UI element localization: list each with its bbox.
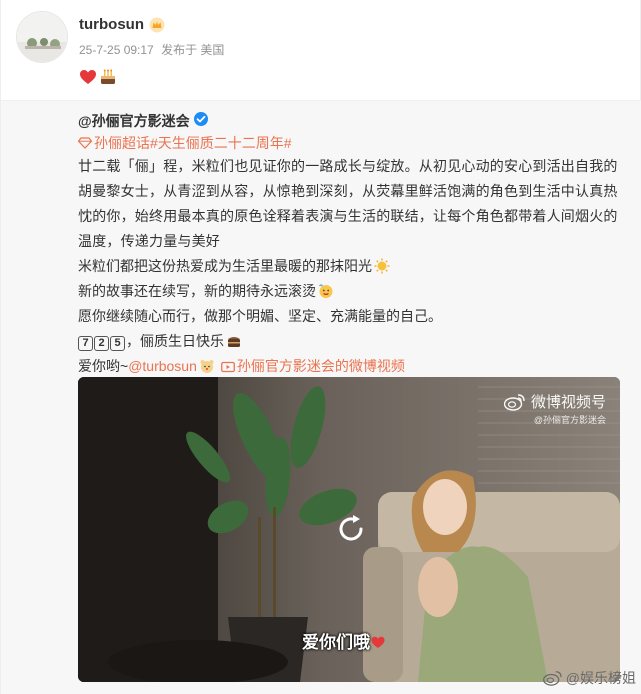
keycap-7: 7 [78,336,93,351]
mention-link[interactable]: @turbosun [128,358,197,374]
username[interactable]: turbosun [79,16,144,33]
brand-title: 微博视频号 [530,394,606,411]
bear-kiss-icon [200,360,214,373]
paragraph-5: 7 2 5 ，俪质生日快乐 [78,329,623,354]
watermark: @娱乐榜姐 [542,668,636,688]
verified-badge-icon [194,112,208,126]
topic-links[interactable]: 孙俪超话#天生俪质二十二周年# [78,133,292,153]
weibo-logo-icon [542,671,562,686]
weibo-logo-icon [503,393,525,411]
repost-body: 廿二载「俪」程，米粒们也见证你的一路成长与绽放。从初见心动的安心到活出自我的胡曼… [78,154,623,379]
video-icon [220,361,235,373]
topic-text[interactable]: 孙俪超话#天生俪质二十二周年# [94,133,292,153]
replay-icon[interactable] [333,511,369,547]
keycap-2: 2 [94,336,109,351]
heart-icon [80,70,96,84]
super-topic-diamond-icon [78,137,92,149]
video-link[interactable]: 孙俪官方影迷会的微博视频 [237,358,405,374]
cake-icon [228,337,240,347]
sun-icon [374,258,390,274]
post-timestamp[interactable]: 25-7-25 09:17 [79,43,154,57]
repost-author[interactable]: @孙俪官方影迷会 [78,111,190,131]
watermark-text: @娱乐榜姐 [565,670,636,686]
video-player[interactable]: 微博视频号 @孙俪官方影迷会 爱你们哦 [78,377,620,682]
repost-card[interactable]: @孙俪官方影迷会 孙俪超话#天生俪质二十二周年# 廿二载「俪」程，米粒们也见证你… [1,100,641,694]
avatar[interactable] [16,11,68,63]
video-subtitle: 爱你们哦 [302,628,385,653]
red-heart-icon [371,636,385,648]
paragraph-1: 廿二载「俪」程，米粒们也见证你的一路成长与绽放。从初见心动的安心到活出自我的胡曼… [78,158,618,249]
paragraph-2: 米粒们都把这份热爱成为生活里最暖的那抹阳光 [78,254,623,279]
paragraph-3: 新的故事还在续写，新的期待永远滚烫 [78,279,623,304]
weibo-post: turbosun 25-7-25 09:17 发布于 美国 @孙俪官方影迷会 孙… [0,0,641,694]
paragraph-6: 爱你哟~@turbosun 孙俪官方影迷会的微博视频 [78,358,405,374]
cake-icon [101,69,115,84]
hot-face-icon [319,284,333,298]
vip-crown-icon [149,17,165,33]
brand-subtitle: @孙俪官方影迷会 [533,415,606,425]
post-meta: 25-7-25 09:17 发布于 美国 [79,41,228,58]
post-content [79,68,117,86]
weibo-video-brand: 微博视频号 @孙俪官方影迷会 [503,391,606,426]
paragraph-4: 愿你继续随心而行，做那个明媚、坚定、充满能量的自己。 [78,308,442,324]
post-source: 发布于 美国 [161,43,225,57]
keycap-5: 5 [110,336,125,351]
